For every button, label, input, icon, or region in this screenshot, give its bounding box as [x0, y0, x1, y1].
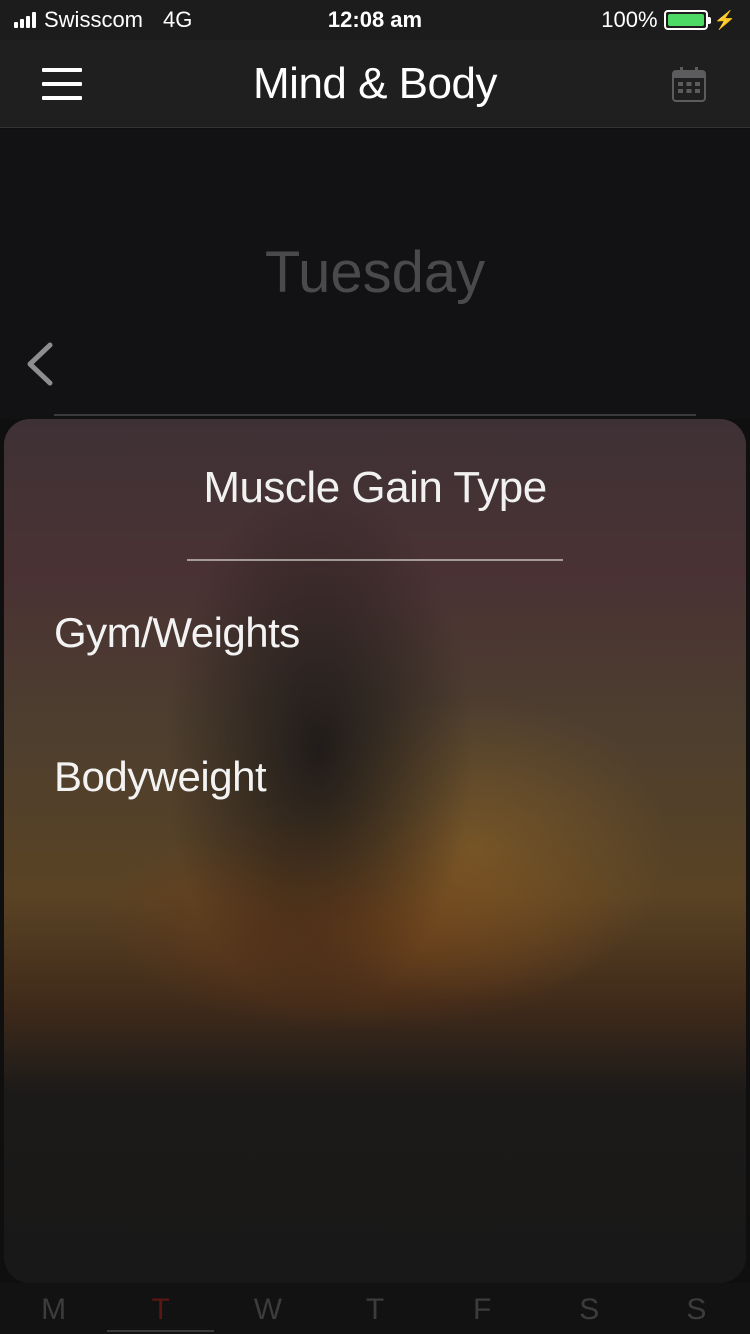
battery-icon [663, 10, 711, 30]
sheet-divider [187, 559, 563, 561]
weekday-monday[interactable]: M [0, 1283, 107, 1334]
status-right: 100% ⚡ [601, 7, 736, 33]
weekday-wednesday[interactable]: W [214, 1283, 321, 1334]
page-title: Mind & Body [253, 58, 497, 108]
weekday-tuesday[interactable]: T [107, 1283, 215, 1334]
muscle-gain-type-sheet: Muscle Gain Type Gym/Weights Bodyweight [4, 419, 746, 1283]
weekday-sunday[interactable]: S [643, 1283, 750, 1334]
nav-bar: Mind & Body [0, 40, 750, 128]
network-type: 4G [163, 7, 193, 32]
sheet-title: Muscle Gain Type [203, 463, 547, 512]
charging-bolt-icon: ⚡ [713, 9, 736, 30]
weekday-thursday[interactable]: T [321, 1283, 428, 1334]
calendar-icon[interactable] [672, 66, 706, 102]
status-bar: Swisscom 4G 12:08 am 100% ⚡ [0, 0, 750, 40]
signal-strength-icon [14, 12, 36, 28]
weekday-saturday[interactable]: S [536, 1283, 643, 1334]
option-gym-weights[interactable]: Gym/Weights [54, 609, 300, 657]
hamburger-menu-icon[interactable] [42, 68, 82, 100]
chevron-left-icon[interactable] [22, 339, 62, 389]
weekday-friday[interactable]: F [429, 1283, 536, 1334]
day-divider [54, 414, 696, 416]
day-header: Tuesday [0, 129, 750, 419]
battery-percent: 100% [601, 7, 658, 32]
carrier-name: Swisscom [44, 7, 144, 32]
option-bodyweight[interactable]: Bodyweight [54, 753, 267, 801]
day-title: Tuesday [264, 240, 486, 305]
battery-fill [667, 14, 704, 26]
weekday-selector: M T W T F S S [0, 1283, 750, 1334]
status-left: Swisscom 4G [14, 7, 192, 33]
